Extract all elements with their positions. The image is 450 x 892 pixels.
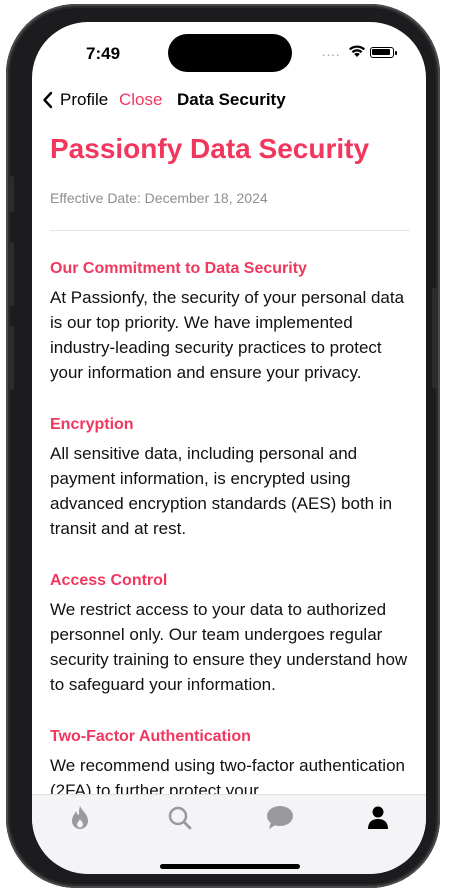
nav-title: Data Security: [177, 90, 286, 109]
section-title: Access Control: [50, 572, 168, 589]
home-indicator[interactable]: [160, 864, 300, 869]
tab-bar: [32, 794, 426, 874]
back-button-label: Profile: [60, 90, 109, 109]
cellular-signal-icon: ....: [322, 44, 341, 59]
tab-messages[interactable]: [260, 803, 300, 833]
search-icon: [168, 806, 192, 830]
power-button: [432, 288, 438, 388]
person-icon: [368, 806, 388, 829]
tab-search[interactable]: [160, 803, 200, 833]
navigation-bar: Profile Close Data Security: [32, 90, 426, 116]
sections-list: Our Commitment to Data Security At Passi…: [50, 259, 410, 803]
wifi-icon: [349, 45, 365, 57]
action-button: [8, 176, 14, 212]
divider: [50, 230, 410, 231]
section-body: We restrict access to your data to autho…: [50, 600, 408, 694]
section-title: Encryption: [50, 416, 134, 433]
volume-up-button: [8, 242, 14, 306]
page-title: Passionfy Data Security: [50, 133, 370, 164]
section-encryption: Encryption All sensitive data, including…: [50, 415, 410, 541]
section-body: All sensitive data, including personal a…: [50, 444, 393, 538]
section-two-factor: Two-Factor Authentication We recommend u…: [50, 727, 410, 803]
section-title: Our Commitment to Data Security: [50, 260, 307, 277]
section-body: At Passionfy, the security of your perso…: [50, 288, 405, 382]
content-scroll-area[interactable]: Passionfy Data Security Effective Date: …: [50, 132, 410, 803]
flame-icon: [72, 806, 88, 829]
volume-down-button: [8, 326, 14, 390]
status-bar: 7:49 ....: [32, 22, 426, 78]
effective-date: Effective Date: December 18, 2024: [50, 190, 268, 206]
chat-bubble-icon: [267, 806, 293, 829]
back-button[interactable]: Profile: [42, 90, 108, 110]
tab-discover[interactable]: [60, 803, 100, 833]
section-access-control: Access Control We restrict access to you…: [50, 571, 410, 697]
chevron-left-icon: [43, 91, 53, 109]
screen: 7:49 .... Profile Close Data Security Pa…: [32, 22, 426, 874]
dynamic-island: [168, 34, 292, 72]
status-time: 7:49: [86, 44, 121, 63]
section-title: Two-Factor Authentication: [50, 728, 251, 745]
phone-frame: 7:49 .... Profile Close Data Security Pa…: [6, 4, 440, 888]
battery-icon: [370, 47, 397, 58]
section-commitment: Our Commitment to Data Security At Passi…: [50, 259, 410, 385]
tab-profile[interactable]: [358, 803, 398, 833]
close-button[interactable]: Close: [119, 90, 162, 110]
